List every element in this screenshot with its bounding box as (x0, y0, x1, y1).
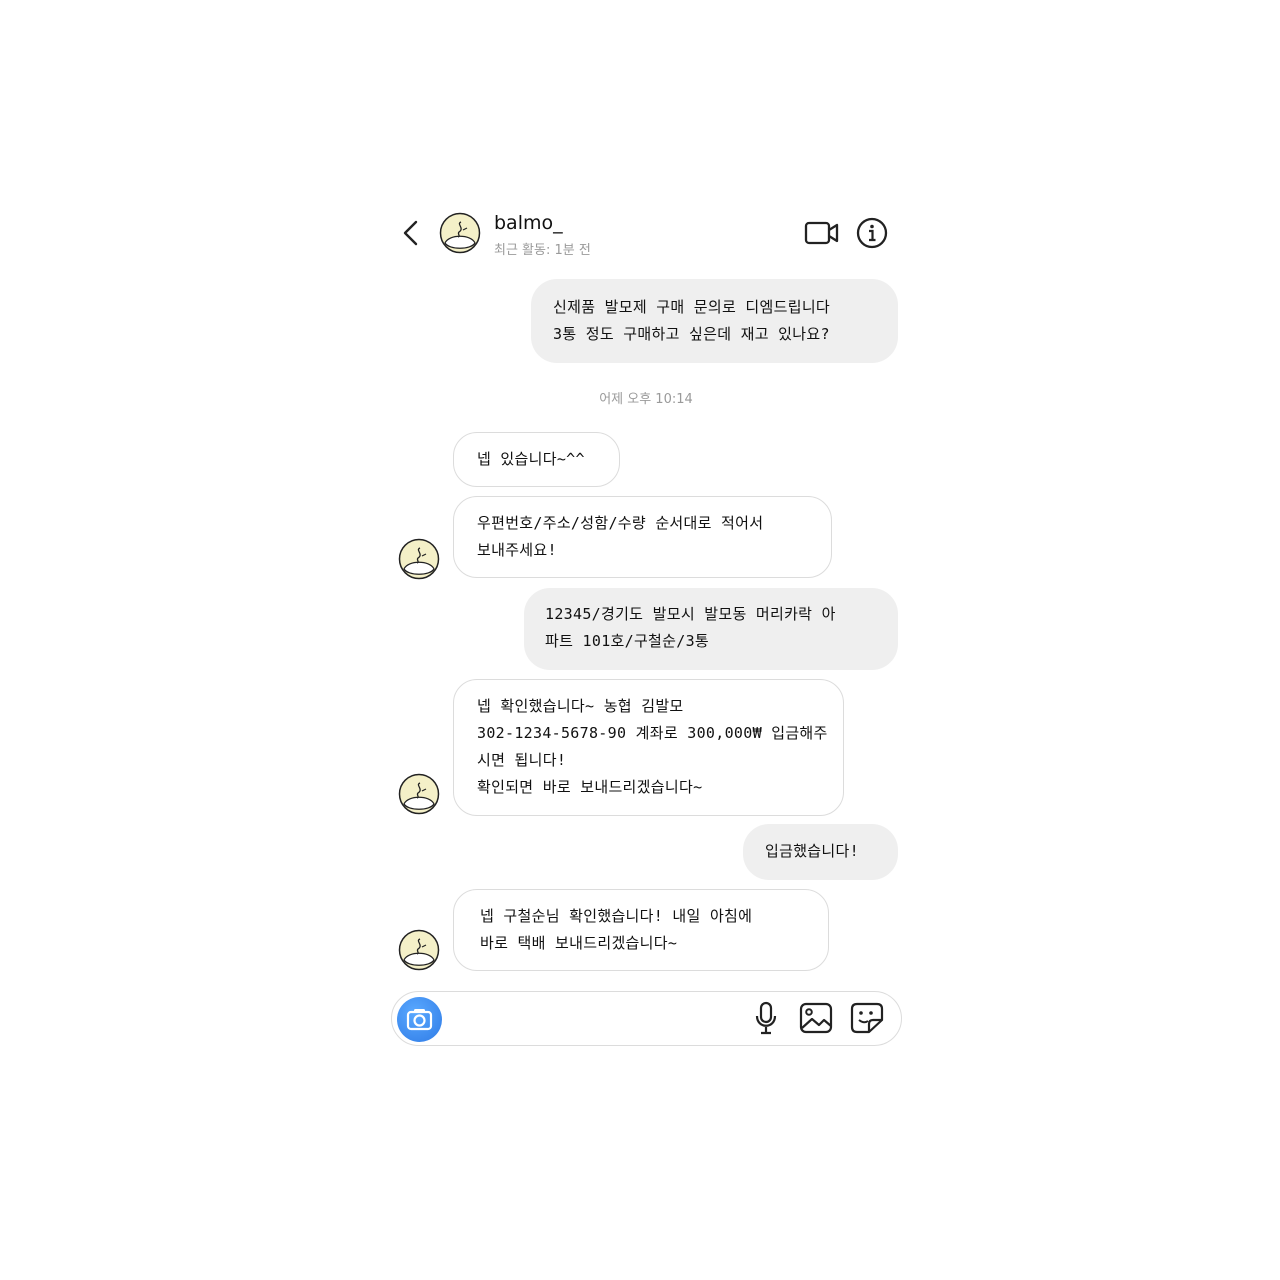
camera-button[interactable] (397, 997, 442, 1042)
received-message[interactable]: 넵 구철순님 확인했습니다! 내일 아침에 바로 택배 보내드리겠습니다~ (453, 889, 829, 971)
received-message[interactable]: 넵 있습니다~^^ (453, 432, 620, 487)
sender-avatar[interactable] (398, 773, 440, 815)
back-arrow-icon[interactable] (398, 218, 424, 248)
camera-icon (406, 1009, 433, 1031)
sender-avatar[interactable] (398, 929, 440, 971)
profile-avatar[interactable] (439, 212, 481, 254)
sent-message[interactable]: 신제품 발모제 구매 문의로 디엠드립니다 3통 정도 구매하고 싶은데 재고 … (531, 279, 898, 363)
received-message[interactable]: 우편번호/주소/성함/수량 순서대로 적어서 보내주세요! (453, 496, 832, 578)
message-timestamp: 어제 오후 10:14 (599, 392, 693, 407)
microphone-icon[interactable] (752, 1001, 780, 1035)
sender-avatar[interactable] (398, 538, 440, 580)
received-message[interactable]: 넵 확인했습니다~ 농협 김발모 302-1234-5678-90 계좌로 30… (453, 679, 844, 816)
username[interactable]: balmo_ (494, 212, 563, 234)
sent-message[interactable]: 입금했습니다! (743, 824, 898, 880)
activity-status: 최근 활동: 1분 전 (494, 243, 591, 258)
sticker-icon[interactable] (849, 1001, 885, 1035)
image-icon[interactable] (798, 1001, 834, 1035)
video-call-icon[interactable] (804, 218, 840, 248)
info-icon[interactable] (856, 217, 888, 249)
sent-message[interactable]: 12345/경기도 발모시 발모동 머리카락 아 파트 101호/구철순/3통 (524, 588, 898, 670)
